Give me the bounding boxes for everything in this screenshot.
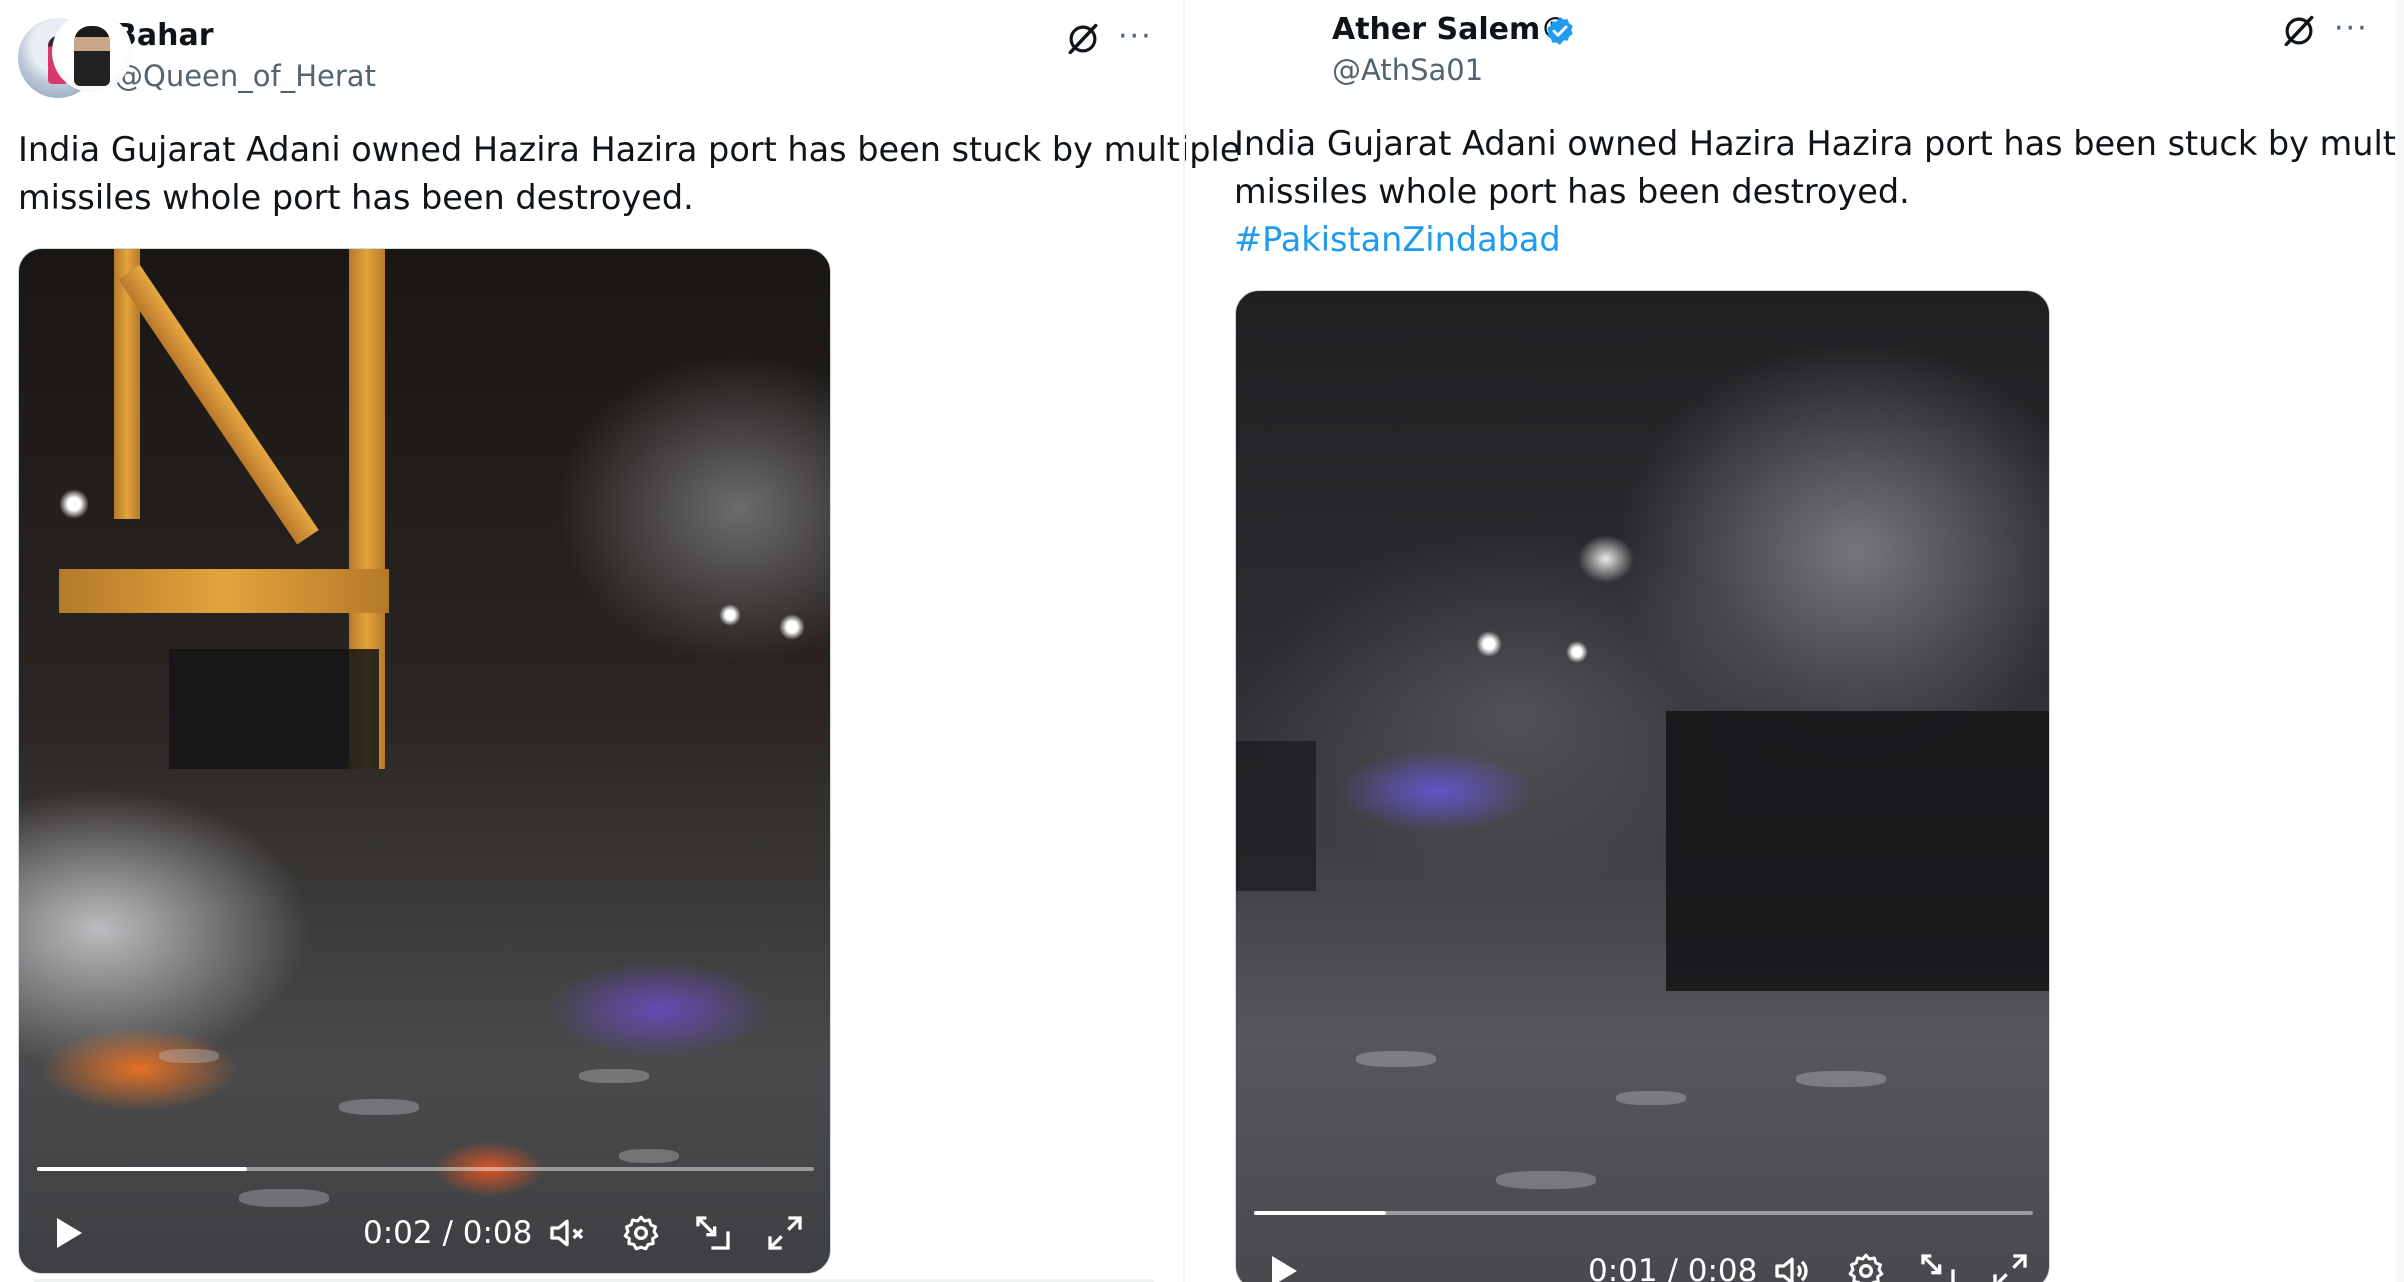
play-icon[interactable] bbox=[1262, 1251, 1302, 1282]
verified-badge-icon[interactable] bbox=[1544, 15, 1576, 47]
mute-icon[interactable] bbox=[547, 1213, 587, 1253]
tweet-text-line-1: India Gujarat Adani owned Hazira Hazira … bbox=[1234, 124, 2404, 163]
fullscreen-icon[interactable] bbox=[1990, 1251, 2030, 1282]
debris bbox=[1796, 1071, 1886, 1087]
progress-fill bbox=[37, 1167, 247, 1171]
debris bbox=[579, 1069, 649, 1083]
crane-brace bbox=[118, 264, 319, 545]
screenshot-canvas: Bahar @Queen_of_Herat ··· India Gujarat … bbox=[0, 0, 2404, 1282]
debris bbox=[1616, 1091, 1686, 1105]
crane-beam bbox=[59, 569, 389, 613]
more-icon[interactable]: ··· bbox=[2334, 14, 2369, 44]
container-shadow bbox=[169, 649, 379, 769]
video-time: 0:01 / 0:08 bbox=[1588, 1253, 1758, 1282]
distant-light bbox=[779, 614, 805, 640]
progress-bar[interactable] bbox=[37, 1167, 814, 1171]
container-shadow bbox=[1236, 741, 1316, 891]
tweet-text-line-2: missiles whole port has been destroyed. bbox=[1234, 172, 1910, 211]
debris bbox=[1356, 1051, 1436, 1067]
avatar-figure bbox=[74, 26, 110, 86]
play-icon[interactable] bbox=[47, 1213, 87, 1253]
hashtag-link[interactable]: #PakistanZindabad bbox=[1234, 216, 1561, 264]
settings-icon[interactable] bbox=[621, 1213, 661, 1253]
video-time: 0:02 / 0:08 bbox=[363, 1215, 533, 1251]
video-player[interactable]: 0:02 / 0:08 bbox=[18, 248, 831, 1274]
debris bbox=[339, 1099, 419, 1115]
distant-light bbox=[1566, 641, 1588, 663]
grok-icon[interactable] bbox=[1064, 20, 1102, 58]
volume-icon[interactable] bbox=[1772, 1251, 1812, 1282]
scrollbar[interactable] bbox=[2396, 0, 2404, 1282]
tweet-text-line-1: India Gujarat Adani owned Hazira Hazira … bbox=[18, 130, 1241, 169]
debris bbox=[1496, 1171, 1596, 1189]
debris bbox=[619, 1149, 679, 1163]
tweet-card-bahar: Bahar @Queen_of_Herat ··· India Gujarat … bbox=[0, 0, 1240, 1282]
debris bbox=[239, 1189, 329, 1207]
grok-icon[interactable] bbox=[2280, 12, 2318, 50]
progress-fill bbox=[1254, 1211, 1387, 1215]
dock-icon[interactable] bbox=[693, 1213, 733, 1253]
progress-bar[interactable] bbox=[1254, 1211, 2033, 1215]
more-icon[interactable]: ··· bbox=[1118, 22, 1153, 52]
user-handle[interactable]: @AthSa01 bbox=[1332, 52, 1483, 88]
user-handle[interactable]: @Queen_of_Herat bbox=[114, 58, 376, 94]
settings-icon[interactable] bbox=[1846, 1251, 1886, 1282]
tweet-text-line-2: missiles whole port has been destroyed. bbox=[18, 178, 694, 217]
video-player[interactable]: 0:01 / 0:08 bbox=[1235, 290, 2050, 1282]
avatar[interactable] bbox=[52, 12, 132, 92]
distant-light bbox=[59, 489, 89, 519]
dock-icon[interactable] bbox=[1918, 1251, 1958, 1282]
container-block bbox=[1666, 711, 2049, 991]
fullscreen-icon[interactable] bbox=[765, 1213, 805, 1253]
distant-light bbox=[719, 604, 741, 626]
display-name[interactable]: Ather Salem® bbox=[1332, 12, 1570, 48]
distant-light bbox=[1476, 631, 1502, 657]
debris bbox=[159, 1049, 219, 1063]
